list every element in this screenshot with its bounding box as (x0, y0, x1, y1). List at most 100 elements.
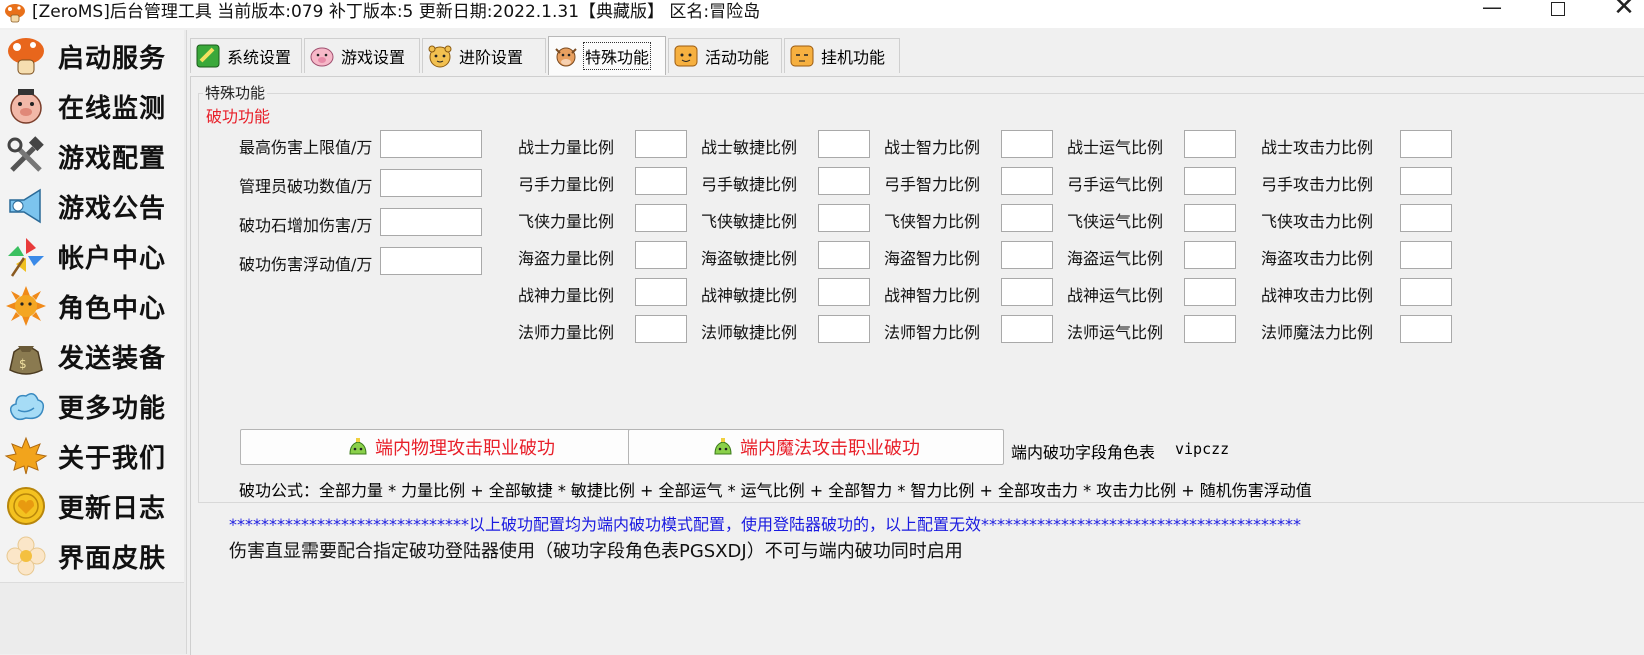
magic-break-button[interactable]: 端内魔法攻击职业破功 (628, 429, 1004, 465)
mushroom-app-icon (5, 4, 25, 23)
ratio-input[interactable] (818, 278, 870, 306)
ratio-input[interactable] (1001, 130, 1053, 158)
ratio-label: 弓手运气比例 (1067, 175, 1164, 194)
break-limit-section-title: 破功功能 (206, 107, 271, 126)
ratio-input[interactable] (635, 204, 687, 232)
damage-float-input[interactable] (380, 247, 482, 275)
ratio-input[interactable] (1400, 278, 1452, 306)
sidebar-item-label: 游戏配置 (58, 143, 167, 174)
ratio-input[interactable] (818, 204, 870, 232)
ratio-input[interactable] (818, 130, 870, 158)
admin-break-label: 管理员破功数值/万 (239, 177, 373, 196)
ratio-input[interactable] (635, 167, 687, 195)
notice-blue: ******************************以上破功配置均为端内… (229, 515, 1302, 534)
sidebar-item-more-features[interactable]: 更多功能 (0, 380, 184, 433)
tab-system-settings[interactable]: 系统设置 (190, 38, 302, 73)
green-slime-icon (714, 438, 732, 455)
ratio-input[interactable] (1184, 241, 1236, 269)
ratio-input[interactable] (1184, 204, 1236, 232)
ratio-label: 飞侠智力比例 (884, 212, 981, 231)
ratio-input[interactable] (818, 167, 870, 195)
green-slime-icon (349, 438, 367, 455)
max-damage-input[interactable] (380, 130, 482, 158)
ratio-input[interactable] (818, 315, 870, 343)
ratio-label: 海盗智力比例 (884, 249, 981, 268)
ratio-input[interactable] (1001, 278, 1053, 306)
tab-label: 活动功能 (705, 48, 770, 67)
ratio-input[interactable] (635, 315, 687, 343)
megaphone-icon (9, 188, 41, 224)
physical-break-label: 端内物理攻击职业破功 (375, 438, 555, 459)
ratio-label: 海盗攻击力比例 (1261, 249, 1374, 268)
sidebar-item-account-center[interactable]: 帐户中心 (0, 230, 184, 283)
window-title: [ZeroMS]后台管理工具 当前版本:079 补丁版本:5 更新日期:2022… (32, 2, 761, 22)
break-stone-input[interactable] (380, 208, 482, 236)
pig-icon (10, 89, 42, 124)
ratio-label: 海盗力量比例 (518, 249, 615, 268)
ratio-label: 弓手力量比例 (518, 175, 615, 194)
minimize-button[interactable]: — (1472, 0, 1512, 24)
sidebar-item-start-service[interactable]: 启动服务 (0, 30, 184, 83)
damage-float-label: 破功伤害浮动值/万 (239, 255, 373, 274)
ratio-label: 法师敏捷比例 (701, 323, 798, 342)
ratio-label: 战士运气比例 (1067, 138, 1164, 157)
mushroom-icon (8, 38, 44, 75)
ratio-input[interactable] (1001, 315, 1053, 343)
maximize-button[interactable] (1538, 0, 1578, 24)
ratio-input[interactable] (1400, 167, 1452, 195)
orange-face-icon (790, 45, 814, 67)
ratio-input[interactable] (1400, 130, 1452, 158)
tab-event-features[interactable]: 活动功能 (668, 38, 782, 73)
ratio-label: 战神智力比例 (884, 286, 981, 305)
sidebar-item-game-notice[interactable]: 游戏公告 (0, 180, 184, 233)
svg-text:$: $ (19, 357, 27, 371)
magic-break-label: 端内魔法攻击职业破功 (740, 438, 920, 459)
ratio-input[interactable] (1184, 167, 1236, 195)
ratio-input[interactable] (1184, 130, 1236, 158)
tiger-icon (428, 45, 452, 68)
maple-leaf-icon (4, 436, 48, 475)
ratio-input[interactable] (1001, 167, 1053, 195)
sidebar-item-game-config[interactable]: 游戏配置 (0, 130, 184, 183)
sidebar-item-online-monitor[interactable]: 在线监测 (0, 80, 184, 133)
ratio-label: 法师运气比例 (1067, 323, 1164, 342)
ratio-input[interactable] (1001, 204, 1053, 232)
ratio-input[interactable] (635, 278, 687, 306)
ratio-label: 弓手智力比例 (884, 175, 981, 194)
ratio-label: 弓手敏捷比例 (701, 175, 798, 194)
ratio-input[interactable] (1184, 315, 1236, 343)
ratio-label: 飞侠力量比例 (518, 212, 615, 231)
sidebar-item-character-center[interactable]: 角色中心 (0, 280, 184, 333)
ratio-label: 战神力量比例 (518, 286, 615, 305)
maximize-icon (1551, 2, 1565, 16)
ratio-input[interactable] (1400, 204, 1452, 232)
sidebar-item-ui-skin[interactable]: 界面皮肤 (0, 530, 184, 583)
tab-afk-features[interactable]: 挂机功能 (784, 38, 900, 73)
ratio-input[interactable] (635, 130, 687, 158)
ratio-input[interactable] (1001, 241, 1053, 269)
tab-special-features[interactable]: 特殊功能 (548, 36, 666, 75)
physical-break-button[interactable]: 端内物理攻击职业破功 (240, 429, 662, 465)
ratio-input[interactable] (1400, 241, 1452, 269)
tools-icon (7, 136, 44, 172)
ratio-input[interactable] (1184, 278, 1236, 306)
tab-game-settings[interactable]: 游戏设置 (304, 38, 420, 73)
ratio-label: 战士敏捷比例 (701, 138, 798, 157)
sidebar-item-update-log[interactable]: 更新日志 (0, 480, 184, 533)
sidebar-item-about-us[interactable]: 关于我们 (0, 430, 184, 483)
tab-label: 挂机功能 (821, 48, 886, 67)
ratio-label: 法师智力比例 (884, 323, 981, 342)
field-table-value: vipczz (1175, 440, 1230, 458)
admin-break-input[interactable] (380, 169, 482, 197)
ratio-input[interactable] (1400, 315, 1452, 343)
close-button[interactable]: ✕ (1604, 0, 1644, 24)
tab-advanced-settings[interactable]: 进阶设置 (422, 38, 546, 73)
pinwheel-icon (8, 238, 44, 277)
sidebar-item-label: 更新日志 (58, 493, 167, 524)
ratio-label: 飞侠运气比例 (1067, 212, 1164, 231)
ratio-input[interactable] (818, 241, 870, 269)
ratio-input[interactable] (635, 241, 687, 269)
ratio-label: 法师魔法力比例 (1261, 323, 1374, 342)
ratio-label: 战神敏捷比例 (701, 286, 798, 305)
sidebar-item-send-equipment[interactable]: $ 发送装备 (0, 330, 184, 383)
